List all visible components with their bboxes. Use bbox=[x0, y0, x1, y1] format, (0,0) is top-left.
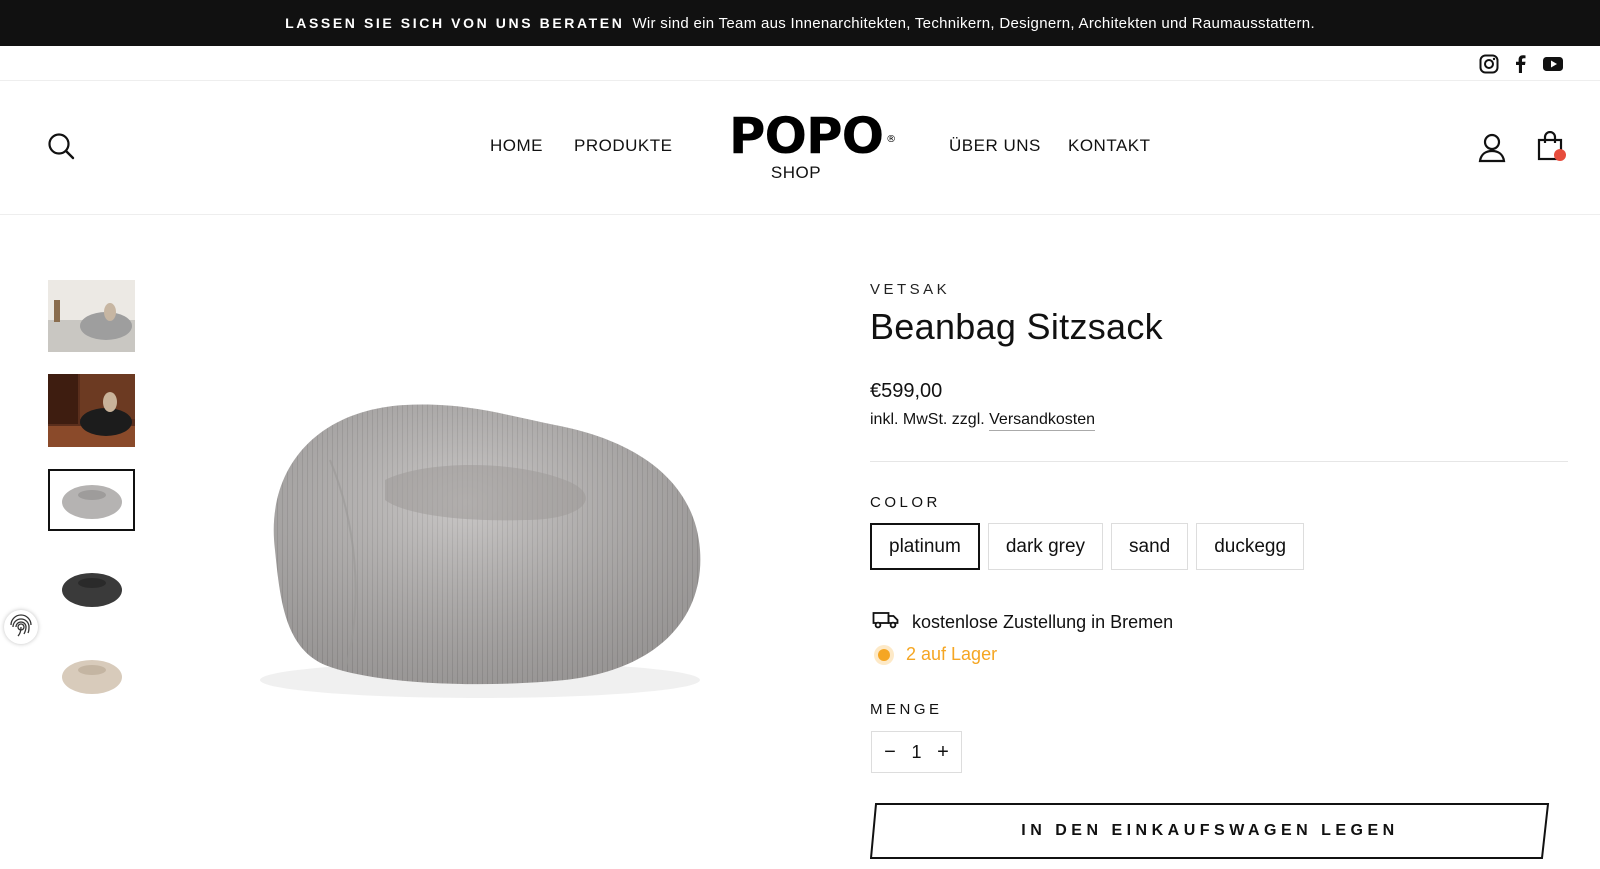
thumbnail-3-selected[interactable] bbox=[48, 469, 135, 531]
logo-text: POPO bbox=[728, 107, 884, 165]
truck-icon bbox=[872, 610, 900, 635]
color-option-sand[interactable]: sand bbox=[1111, 523, 1189, 570]
add-to-cart-label: IN DEN EINKAUFSWAGEN LEGEN bbox=[1021, 822, 1399, 839]
cart-badge bbox=[1554, 149, 1566, 161]
fingerprint-icon[interactable] bbox=[4, 610, 38, 644]
announcement-text[interactable]: Wir sind ein Team aus Innenarchitekten, … bbox=[632, 15, 1314, 32]
delivery-text: kostenlose Zustellung in Bremen bbox=[912, 612, 1174, 632]
delivery-info: kostenlose Zustellung in Bremen bbox=[872, 610, 1173, 635]
youtube-icon[interactable] bbox=[1542, 53, 1564, 75]
thumbnail-2[interactable] bbox=[48, 374, 135, 447]
logo[interactable]: POPO ® SHOP bbox=[716, 111, 896, 183]
social-links bbox=[1478, 53, 1564, 75]
quantity-decrease-button[interactable]: − bbox=[882, 741, 898, 764]
nav-ueber-uns[interactable]: ÜBER UNS bbox=[949, 136, 1041, 156]
main-product-image[interactable] bbox=[235, 380, 725, 710]
color-options: platinum dark grey sand duckegg bbox=[870, 523, 1305, 570]
announcement-bar: LASSEN SIE SICH VON UNS BERATEN Wir sind… bbox=[0, 0, 1600, 46]
product-vendor[interactable]: VETSAK bbox=[870, 281, 950, 298]
tax-prefix: inkl. MwSt. zzgl. bbox=[870, 411, 985, 428]
site-header: HOME PRODUKTE POPO ® SHOP ÜBER UNS KONTAK… bbox=[0, 81, 1600, 215]
search-icon[interactable] bbox=[46, 131, 76, 161]
stock-info: 2 auf Lager bbox=[872, 644, 997, 665]
thumbnail-1[interactable] bbox=[48, 280, 135, 352]
stock-dot bbox=[878, 648, 890, 661]
color-label: COLOR bbox=[870, 494, 941, 511]
logo-registered: ® bbox=[886, 134, 896, 145]
nav-kontakt[interactable]: KONTAKT bbox=[1068, 136, 1151, 156]
account-icon[interactable] bbox=[1478, 133, 1506, 163]
product-title: Beanbag Sitzsack bbox=[870, 306, 1163, 347]
divider bbox=[870, 461, 1568, 462]
instagram-icon[interactable] bbox=[1478, 53, 1500, 75]
quantity-increase-button[interactable]: + bbox=[935, 741, 951, 764]
thumbnail-4[interactable] bbox=[48, 555, 135, 617]
tax-note: inkl. MwSt. zzgl. Versandkosten bbox=[870, 411, 1095, 431]
logo-sub: SHOP bbox=[770, 163, 822, 182]
nav-produkte[interactable]: PRODUKTE bbox=[574, 136, 672, 156]
cart-icon[interactable] bbox=[1536, 130, 1566, 163]
logo-mark: POPO ® bbox=[729, 111, 896, 161]
social-bar bbox=[0, 46, 1600, 81]
product-price: €599,00 bbox=[870, 380, 943, 402]
quantity-stepper: − 1 + bbox=[871, 731, 962, 773]
thumbnail-5[interactable] bbox=[48, 642, 135, 704]
nav-home[interactable]: HOME bbox=[490, 136, 543, 156]
stock-text: 2 auf Lager bbox=[906, 644, 998, 664]
quantity-label: MENGE bbox=[870, 701, 943, 718]
announcement-strong[interactable]: LASSEN SIE SICH VON UNS BERATEN bbox=[285, 15, 624, 31]
quantity-value[interactable]: 1 bbox=[911, 742, 921, 763]
add-to-cart-button[interactable]: IN DEN EINKAUFSWAGEN LEGEN bbox=[870, 802, 1550, 860]
facebook-icon[interactable] bbox=[1510, 53, 1532, 75]
color-option-duckegg[interactable]: duckegg bbox=[1196, 523, 1305, 570]
color-option-dark-grey[interactable]: dark grey bbox=[987, 523, 1104, 570]
color-option-platinum[interactable]: platinum bbox=[870, 523, 980, 570]
shipping-cost-link[interactable]: Versandkosten bbox=[989, 411, 1095, 431]
